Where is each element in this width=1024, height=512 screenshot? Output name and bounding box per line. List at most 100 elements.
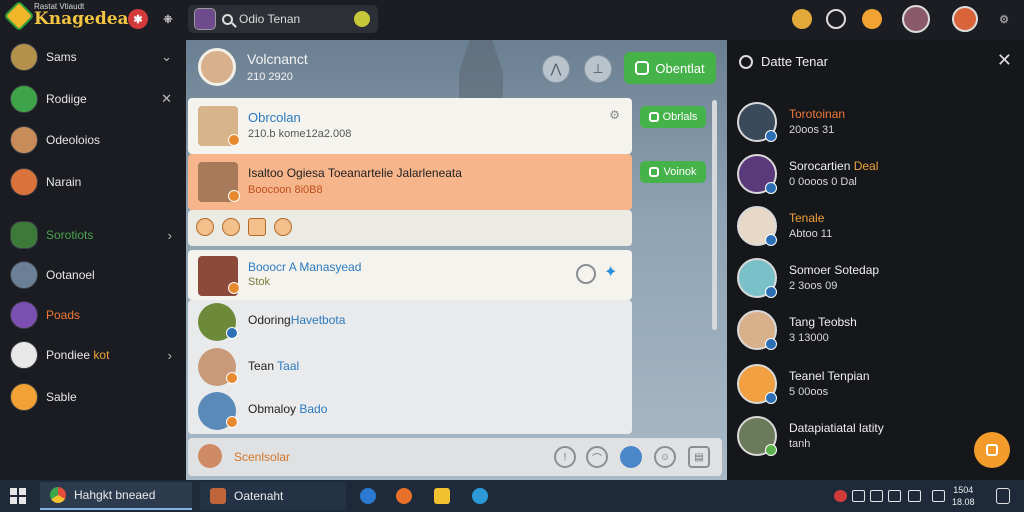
battery-icon[interactable] (932, 490, 945, 502)
sidebar-avatar (10, 301, 38, 329)
search-box[interactable]: Odio Tenan (188, 5, 378, 33)
message-meta: Boocoon 8i0B8 (248, 184, 323, 196)
chevron-down-icon[interactable]: ⌄ (161, 49, 172, 65)
folder-icon[interactable] (434, 488, 450, 504)
send-icon[interactable]: ▤ (688, 446, 710, 468)
cloud-icon[interactable] (472, 488, 488, 504)
contact-item[interactable]: Sorocartien Deal 0 0ooos 0 Dal (737, 154, 1017, 198)
reaction-icon[interactable] (248, 218, 266, 236)
message-action-label: Voinok (663, 166, 697, 178)
notification-icon[interactable]: ✱ (128, 9, 148, 29)
reaction-row (196, 218, 292, 236)
action-button-label: Obentlat (655, 60, 705, 76)
taskbar-clock[interactable]: 1504 18.08 (952, 484, 975, 508)
contact-status: 0 0ooos 0 Dal (789, 176, 857, 188)
message-action-button[interactable]: Obrlals (640, 106, 706, 128)
security-icon[interactable] (834, 490, 847, 502)
message-text-link[interactable]: Havetbota (291, 313, 346, 327)
attach-icon[interactable]: ⌒ (586, 446, 608, 468)
contact-item[interactable]: Somoer Sotedap 2 3oos 09 (737, 258, 1017, 302)
chat-header-avatar[interactable] (198, 48, 236, 86)
reaction-icon[interactable] (196, 218, 214, 236)
contact-item[interactable]: Tang Teobsh 3 13000 (737, 310, 1017, 354)
reaction-icon[interactable] (222, 218, 240, 236)
sidebar-item-sorotiots[interactable]: Sorotiots › (10, 220, 180, 250)
message-card[interactable]: Booocr A Manasyead Stok ✦ (188, 250, 632, 300)
keyboard-icon[interactable] (908, 490, 921, 502)
message-card-highlighted[interactable]: Isaltoo Ogiesa Toeanartelie Jalarleneata… (188, 154, 632, 210)
reaction-icon[interactable] (274, 218, 292, 236)
message-badge-icon (228, 190, 240, 202)
info-icon[interactable] (576, 264, 596, 284)
composer-label[interactable]: Scenlsolar (234, 450, 290, 464)
taskbar-app-window[interactable]: Oatenaht (200, 482, 346, 510)
message-action-button[interactable]: Voinok (640, 161, 706, 183)
settings-gear-icon[interactable]: ⚙ (994, 9, 1014, 29)
message-text-link[interactable]: Bado (299, 402, 327, 416)
chat-icon (739, 54, 753, 69)
network-icon[interactable] (870, 490, 883, 502)
contact-item[interactable]: Tenale Abtoo 11 (737, 206, 1017, 250)
contact-badge-icon (765, 444, 777, 456)
notifications-icon[interactable] (996, 488, 1010, 504)
message-badge-icon (228, 282, 240, 294)
search-status-icon (354, 11, 370, 27)
chat-subtitle: 210 2920 (247, 71, 293, 83)
sound-icon[interactable] (852, 490, 865, 502)
info-icon[interactable]: ! (554, 446, 576, 468)
display-icon[interactable] (888, 490, 901, 502)
chevron-right-icon[interactable]: › (168, 228, 172, 243)
sidebar-item-ootanoel[interactable]: Ootanoel (10, 260, 180, 290)
bell-icon[interactable] (620, 446, 642, 468)
alert-icon[interactable] (862, 9, 882, 29)
sidebar-item-poads[interactable]: Poads (10, 300, 180, 330)
message-text-link[interactable]: Taal (277, 359, 299, 373)
windows-start-icon[interactable] (10, 488, 26, 504)
message-text[interactable]: Obmaloy Bado (248, 402, 327, 416)
taskbar-app-browser[interactable]: Hahgkt bneaed (40, 482, 192, 510)
app-brand[interactable]: Rastat Vtiaudt Knagedeaf (3, 0, 136, 32)
sidebar-avatar (10, 341, 38, 369)
sidebar-item-sable[interactable]: Sable (10, 382, 180, 412)
upload-icon[interactable]: ⊥ (584, 55, 612, 83)
sidebar-avatar (10, 126, 38, 154)
sidebar-item-narain[interactable]: Narain (10, 167, 180, 197)
close-icon[interactable]: ✕ (161, 91, 172, 107)
sidebar-item-rodiige[interactable]: Rodiige ✕ (10, 84, 180, 114)
search-input[interactable]: Odio Tenan (239, 12, 300, 26)
chevron-right-icon[interactable]: › (168, 348, 172, 363)
taskbar-app-label: Hahgkt bneaed (74, 488, 156, 502)
contact-badge-icon (765, 234, 777, 246)
message-text[interactable]: Tean Taal (248, 359, 299, 373)
message-text[interactable]: OdoringHavetbota (248, 313, 345, 327)
sidebar-item-pondiee[interactable]: Pondiee kot › (10, 340, 180, 370)
search-icon (222, 13, 233, 25)
panel-header: Datte Tenar (739, 54, 828, 69)
edge-icon[interactable] (360, 488, 376, 504)
contact-item[interactable]: Teanel Tenpian 5 00oos (737, 364, 1017, 408)
draw-icon[interactable]: ⋀ (542, 55, 570, 83)
contact-name-alt: Deal (853, 159, 879, 173)
contact-item[interactable]: Torotoinan 20oos 31 (737, 102, 1017, 146)
grid-icon[interactable]: ⁜ (158, 9, 178, 29)
settings-icon[interactable]: ⚙ (609, 108, 620, 122)
chat-scrollbar[interactable] (712, 100, 717, 330)
action-button[interactable]: Obentlat (624, 52, 716, 84)
sync-icon[interactable] (826, 9, 846, 29)
sidebar-item-odeoloios[interactable]: Odeoloios (10, 125, 180, 155)
contact-status: tanh (789, 438, 811, 450)
user-avatar-group[interactable] (902, 5, 930, 33)
compose-fab[interactable] (974, 432, 1010, 468)
message-card[interactable]: Obrcolan 210.b kome12a2.008 ⚙ (188, 98, 632, 154)
sidebar-item-label: Sams (46, 50, 77, 64)
chat-bubble-icon (635, 61, 650, 75)
chrome-icon (50, 487, 66, 503)
profile-avatar[interactable] (952, 6, 978, 32)
sidebar-avatar (10, 168, 38, 196)
close-icon[interactable]: ✕ (997, 50, 1012, 71)
sidebar-item-sams[interactable]: Sams ⌄ (10, 42, 180, 72)
bird-icon[interactable]: ✦ (604, 262, 617, 282)
emoji-icon[interactable] (792, 9, 812, 29)
emoji-icon[interactable]: ☺ (654, 446, 676, 468)
firefox-icon[interactable] (396, 488, 412, 504)
